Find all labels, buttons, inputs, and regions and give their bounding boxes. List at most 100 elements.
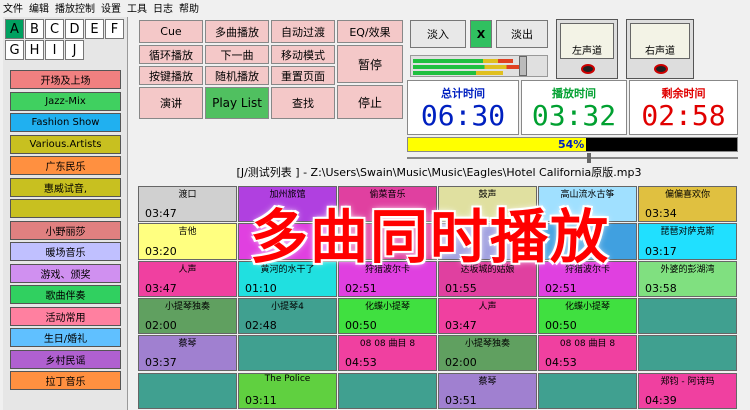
seek-slider[interactable]: [407, 153, 738, 163]
track-tile[interactable]: 高山流水古筝: [538, 186, 637, 223]
page-letter-button[interactable]: G: [5, 40, 24, 60]
track-duration: 00:50: [545, 319, 577, 333]
menu-item[interactable]: 日志: [153, 0, 173, 15]
stop-button[interactable]: 停止: [337, 85, 403, 119]
page-letter-button[interactable]: C: [45, 19, 64, 39]
left-channel-label: 左声道: [572, 46, 602, 57]
category-item[interactable]: 活动常用: [10, 306, 121, 326]
track-tile[interactable]: [138, 372, 237, 409]
track-tile[interactable]: [538, 223, 637, 260]
track-name: 人声: [178, 264, 197, 275]
track-tile[interactable]: [338, 372, 437, 409]
menu-item[interactable]: 编辑: [29, 0, 49, 15]
category-item[interactable]: 开场及上场: [10, 70, 121, 89]
category-item[interactable]: Jazz-Mix: [10, 91, 121, 111]
cue-button[interactable]: Cue: [139, 20, 203, 43]
track-tile[interactable]: 人声 03:47: [138, 260, 237, 297]
menu-item[interactable]: 帮助: [179, 0, 199, 15]
fade-in-button[interactable]: 淡入: [410, 20, 466, 48]
category-item[interactable]: 乡村民谣: [10, 349, 121, 369]
seek-thumb[interactable]: [587, 153, 591, 163]
page-letter-button[interactable]: D: [65, 19, 84, 39]
speech-button[interactable]: 演讲: [139, 87, 203, 119]
track-tile[interactable]: 达坂城的姑娘 01:55: [438, 260, 537, 297]
category-item[interactable]: [10, 199, 121, 218]
track-tile[interactable]: 小提琴独奏 02:00: [438, 335, 537, 372]
track-tile[interactable]: [638, 335, 737, 372]
category-item[interactable]: 惠威试音,: [10, 177, 121, 197]
category-item[interactable]: 暖场音乐: [10, 242, 121, 261]
track-tile[interactable]: 加州旅馆: [238, 186, 337, 223]
track-tile[interactable]: 狩猎波尔卡 02:51: [338, 260, 437, 297]
page-letter-button[interactable]: I: [45, 40, 64, 60]
find-button[interactable]: 查找: [271, 87, 335, 119]
loop-button[interactable]: 循环播放: [139, 45, 203, 64]
track-tile[interactable]: 外婆的彭湖湾 03:58: [638, 260, 737, 297]
multi-play-button[interactable]: 多曲播放: [205, 20, 269, 43]
track-tile[interactable]: 狩猎波尔卡 02:51: [538, 260, 637, 297]
eq-button[interactable]: EQ/效果: [337, 20, 403, 43]
category-item[interactable]: 广东民乐: [10, 156, 121, 175]
track-tile[interactable]: [238, 335, 337, 372]
menu-item[interactable]: 工具: [127, 0, 147, 15]
track-duration: 03:34: [645, 207, 677, 221]
key-play-button[interactable]: 按键播放: [139, 66, 203, 85]
menu-item[interactable]: 文件: [3, 0, 23, 15]
page-letter-button[interactable]: A: [5, 19, 24, 39]
menu-item[interactable]: 播放控制: [55, 0, 95, 15]
crossfade-button[interactable]: X: [470, 20, 492, 48]
page-letter-button[interactable]: H: [25, 40, 44, 60]
played-time-value: 03:32: [531, 99, 617, 132]
level-bar-right: [413, 65, 523, 69]
track-tile[interactable]: 黄河的水干了 01:10: [238, 260, 337, 297]
reset-page-button[interactable]: 重置页面: [271, 66, 335, 85]
move-mode-button[interactable]: 移动模式: [271, 45, 335, 64]
volume-handle[interactable]: [519, 56, 527, 76]
playlist-button[interactable]: Play List: [205, 87, 269, 119]
track-tile[interactable]: The Police 03:11: [238, 372, 337, 409]
page-letter-button[interactable]: E: [85, 19, 104, 39]
track-tile[interactable]: 08 08 曲目 8 04:53: [338, 335, 437, 372]
track-tile[interactable]: [438, 223, 537, 260]
track-duration: 03:20: [145, 244, 177, 258]
track-name: 人声: [478, 301, 497, 312]
track-tile[interactable]: 吉他 03:20: [138, 223, 237, 260]
page-letter-button[interactable]: F: [105, 19, 124, 39]
page-letter-button[interactable]: B: [25, 19, 44, 39]
track-tile[interactable]: 人声 03:47: [438, 297, 537, 335]
category-item[interactable]: 拉丁音乐: [10, 371, 121, 390]
track-name: 蔡琴: [178, 339, 197, 350]
track-tile[interactable]: 化蝶小提琴 00:50: [338, 297, 437, 335]
fade-out-button[interactable]: 淡出: [496, 20, 548, 48]
track-tile[interactable]: [338, 223, 437, 260]
level-bar-master: [413, 71, 503, 75]
track-tile[interactable]: 小提琴独奏 02:00: [138, 297, 237, 335]
category-item[interactable]: 小野丽莎: [10, 220, 121, 240]
track-tile[interactable]: 琵琶对萨克斯 03:17: [638, 223, 737, 260]
next-button[interactable]: 下一曲: [205, 45, 269, 64]
track-tile[interactable]: 08 08 曲目 8 04:53: [538, 335, 637, 372]
track-tile[interactable]: 鼓声: [438, 186, 537, 223]
track-tile[interactable]: [638, 297, 737, 335]
track-tile[interactable]: [238, 223, 337, 260]
track-tile[interactable]: 郑钧 - 阿诗玛 04:39: [638, 372, 737, 409]
track-tile[interactable]: 渡口 03:47: [138, 186, 237, 223]
category-item[interactable]: 歌曲伴奏: [10, 285, 121, 304]
page-letter-button[interactable]: J: [65, 40, 84, 60]
pause-button[interactable]: 暂停: [337, 45, 403, 83]
auto-fade-button[interactable]: 自动过渡: [271, 20, 335, 43]
track-tile[interactable]: 化蝶小提琴 00:50: [538, 297, 637, 335]
track-tile[interactable]: 蔡琴 03:37: [138, 335, 237, 372]
track-tile[interactable]: 偏偏喜欢你 03:34: [638, 186, 737, 223]
track-tile[interactable]: 蔡琴 03:51: [438, 372, 537, 409]
category-item[interactable]: 游戏、颁奖: [10, 263, 121, 283]
menu-item[interactable]: 设置: [101, 0, 121, 15]
track-tile[interactable]: 偷菜音乐: [338, 186, 437, 223]
random-play-button[interactable]: 随机播放: [205, 66, 269, 85]
category-item[interactable]: Various.Artists: [10, 134, 121, 154]
track-tile[interactable]: 小提琴4 02:48: [238, 297, 337, 335]
track-tile[interactable]: [538, 372, 637, 409]
app-window: 文件 编辑 播放控制 设置 工具 日志 帮助 ABCDEF GHIJ 开场及上场 Jazz-Mi…: [0, 0, 750, 410]
category-item[interactable]: Fashion Show: [10, 113, 121, 132]
category-item[interactable]: 生日/婚礼: [10, 328, 121, 347]
